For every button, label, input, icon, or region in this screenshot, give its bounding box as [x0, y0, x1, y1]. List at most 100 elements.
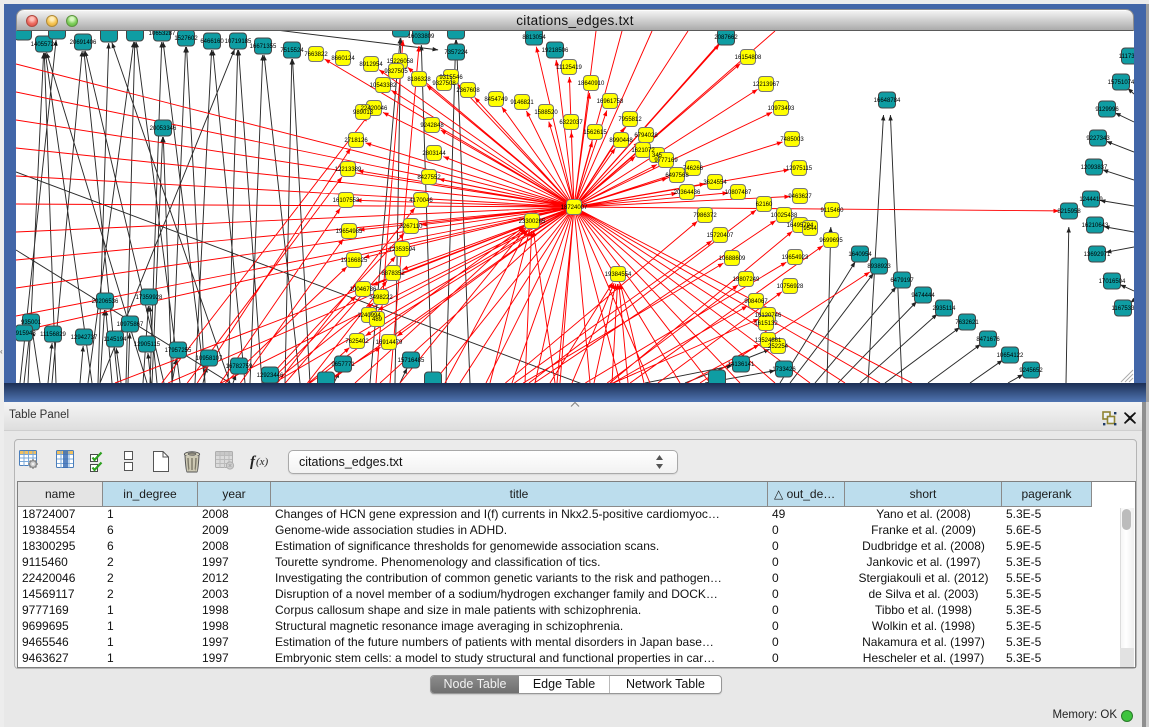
- svg-text:10719185: 10719185: [225, 39, 252, 45]
- svg-text:1244419: 1244419: [1079, 197, 1103, 203]
- svg-text:7632621: 7632621: [955, 320, 979, 326]
- svg-text:9699695: 9699695: [819, 238, 843, 244]
- svg-text:15751074: 15751074: [1108, 80, 1134, 86]
- svg-text:252254: 252254: [768, 344, 789, 350]
- svg-text:1588520: 1588520: [534, 110, 558, 116]
- svg-text:9084067: 9084067: [744, 299, 768, 305]
- svg-text:1640954: 1640954: [848, 252, 872, 258]
- svg-text:10025438: 10025438: [771, 213, 798, 219]
- svg-text:9146821: 9146821: [510, 100, 534, 106]
- svg-text:10958107: 10958107: [196, 356, 223, 362]
- svg-text:10543382: 10543382: [370, 83, 397, 89]
- svg-text:7986372: 7986372: [693, 213, 717, 219]
- svg-text:15716485: 15716485: [398, 358, 425, 364]
- svg-text:16154808: 16154808: [735, 55, 762, 61]
- svg-text:13692971: 13692971: [1084, 252, 1111, 258]
- svg-text:1167533: 1167533: [1112, 306, 1134, 312]
- svg-text:6322037: 6322037: [559, 120, 583, 126]
- svg-text:19166825: 19166825: [341, 258, 368, 264]
- svg-text:18807249: 18807249: [733, 277, 760, 283]
- svg-text:62160: 62160: [756, 202, 773, 208]
- svg-text:8938923: 8938923: [867, 264, 891, 270]
- svg-text:8427552: 8427552: [417, 175, 441, 181]
- svg-text:6794028: 6794028: [634, 133, 658, 139]
- svg-text:7955812: 7955812: [618, 117, 642, 123]
- svg-text:16914479: 16914479: [376, 340, 403, 346]
- svg-text:12093837: 12093837: [1081, 165, 1108, 171]
- svg-text:8215958: 8215958: [1057, 209, 1081, 215]
- svg-text:8878352: 8878352: [381, 271, 405, 277]
- svg-text:18724007: 18724007: [561, 205, 588, 211]
- svg-text:7357224: 7357224: [444, 50, 468, 56]
- svg-text:9657771: 9657771: [331, 362, 355, 368]
- svg-text:7663822: 7663822: [304, 52, 328, 58]
- svg-text:15720407: 15720407: [707, 233, 734, 239]
- svg-text:12353594: 12353594: [389, 247, 416, 253]
- svg-text:20364436: 20364436: [674, 190, 701, 196]
- svg-text:3498222: 3498222: [369, 295, 393, 301]
- svg-text:8990448: 8990448: [609, 138, 633, 144]
- svg-text:8454749: 8454749: [484, 97, 508, 103]
- svg-text:1145194: 1145194: [104, 337, 128, 343]
- svg-text:10975867: 10975867: [117, 322, 144, 328]
- svg-text:1615132: 1615132: [754, 321, 778, 327]
- svg-text:16120746: 16120746: [755, 313, 782, 319]
- svg-text:18640910: 18640910: [578, 81, 605, 87]
- svg-text:10654122: 10654122: [997, 353, 1024, 359]
- svg-text:9327505: 9327505: [384, 69, 408, 75]
- svg-text:16210643: 16210643: [1082, 223, 1109, 229]
- svg-text:17359928: 17359928: [136, 295, 163, 301]
- svg-text:1562615: 1562615: [583, 130, 607, 136]
- svg-text:16107553: 16107553: [333, 198, 360, 204]
- svg-text:3267110: 3267110: [400, 224, 424, 230]
- svg-text:6466160: 6466160: [200, 39, 224, 45]
- svg-text:10688609: 10688609: [719, 256, 746, 262]
- svg-text:9463627: 9463627: [788, 194, 812, 200]
- svg-text:16782759: 16782759: [226, 364, 253, 370]
- svg-text:9915948: 9915948: [16, 331, 36, 337]
- svg-text:489: 489: [372, 317, 383, 323]
- svg-text:8813054: 8813054: [522, 35, 546, 41]
- svg-text:10046786: 10046786: [350, 287, 377, 293]
- svg-text:10653287: 10653287: [149, 31, 176, 37]
- svg-text:9474444: 9474444: [911, 293, 935, 299]
- svg-text:1117347: 1117347: [1119, 54, 1134, 60]
- svg-text:(x): (x): [256, 456, 269, 468]
- svg-text:19384554: 19384554: [605, 272, 632, 278]
- svg-text:17016504: 17016504: [1099, 279, 1126, 285]
- svg-text:6479197: 6479197: [890, 278, 914, 284]
- svg-text:23300265: 23300265: [519, 219, 546, 225]
- svg-text:20691406: 20691406: [70, 40, 97, 46]
- svg-text:19654985: 19654985: [336, 229, 363, 235]
- svg-text:19218506: 19218506: [542, 48, 569, 54]
- svg-text:20206536: 20206536: [92, 299, 119, 305]
- svg-text:11156829: 11156829: [40, 332, 66, 338]
- svg-text:1733426: 1733426: [772, 367, 796, 373]
- svg-text:746266: 746266: [683, 166, 704, 172]
- svg-text:9129996: 9129996: [1095, 107, 1119, 113]
- svg-text:11125419: 11125419: [556, 65, 582, 71]
- svg-text:2935114: 2935114: [933, 306, 957, 312]
- svg-text:12905115: 12905115: [134, 342, 161, 348]
- svg-text:10807487: 10807487: [725, 190, 752, 196]
- svg-text:9777169: 9777169: [654, 158, 678, 164]
- svg-text:9327508: 9327508: [432, 81, 456, 87]
- svg-text:12975115: 12975115: [786, 166, 813, 172]
- svg-text:12942737: 12942737: [71, 335, 98, 341]
- svg-text:6497568: 6497568: [665, 173, 689, 179]
- svg-text:9245652: 9245652: [1019, 368, 1043, 374]
- svg-text:8186328: 8186328: [407, 77, 431, 83]
- svg-text:19654923: 19654923: [782, 255, 809, 261]
- svg-text:14055724: 14055724: [31, 42, 58, 48]
- svg-text:7485003: 7485003: [780, 137, 804, 143]
- svg-text:14136141: 14136141: [728, 362, 755, 368]
- svg-text:7625402: 7625402: [345, 339, 369, 345]
- svg-text:20053346: 20053346: [150, 126, 177, 132]
- svg-text:2803144: 2803144: [422, 151, 446, 157]
- svg-text:4170046: 4170046: [409, 198, 433, 204]
- svg-text:8660124: 8660124: [331, 56, 355, 62]
- svg-text:17957255: 17957255: [165, 348, 192, 354]
- svg-text:9544: 9544: [803, 226, 817, 232]
- svg-text:935001: 935001: [21, 320, 42, 326]
- svg-text:12213389: 12213389: [335, 167, 362, 173]
